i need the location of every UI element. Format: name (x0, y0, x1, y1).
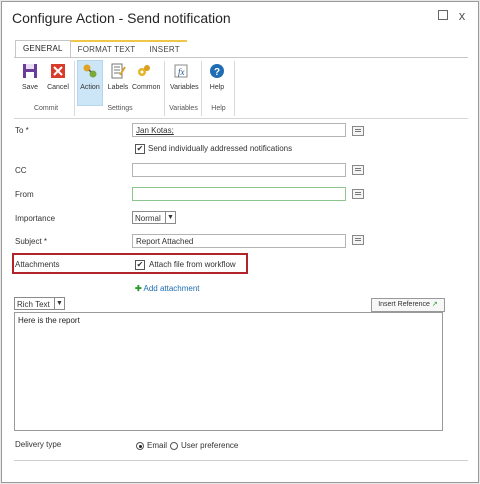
common-icon (138, 65, 150, 76)
send-individually-checkbox[interactable]: ✔ (135, 144, 145, 154)
variables-icon: fx (174, 64, 188, 78)
common-label: Common (132, 84, 161, 91)
chevron-down-icon: ▼ (54, 298, 64, 309)
svg-text:fx: fx (178, 67, 185, 77)
ribbon-separator (164, 61, 165, 116)
cc-label: CC (15, 166, 27, 175)
send-individually-label: Send individually addressed notification… (148, 144, 293, 153)
action-label: Action (80, 84, 100, 91)
variables-button[interactable]: fx Variables (170, 61, 199, 91)
user-preference-radio[interactable] (170, 442, 178, 450)
help-button[interactable]: ? Help (205, 61, 229, 91)
divider (14, 460, 468, 461)
attachments-label: Attachments (15, 260, 60, 269)
email-label: Email (147, 441, 168, 450)
subject-label: Subject * (15, 237, 48, 246)
from-label: From (15, 190, 34, 199)
common-button[interactable]: Common (132, 61, 161, 91)
tab-insert[interactable]: INSERT (142, 40, 187, 58)
plus-icon: ✚ (135, 284, 142, 293)
subject-field[interactable]: Report Attached (132, 234, 346, 248)
email-radio[interactable] (136, 442, 144, 450)
group-help: Help (211, 105, 226, 112)
dialog-title: Configure Action - Send notification (12, 10, 231, 26)
importance-label: Importance (15, 214, 56, 223)
group-settings: Settings (107, 105, 133, 112)
to-label: To * (15, 126, 29, 135)
to-field[interactable]: Jan Kotas; (132, 123, 346, 137)
chevron-down-icon: ▼ (165, 212, 175, 223)
svg-text:?: ? (214, 67, 220, 78)
help-label: Help (209, 84, 225, 91)
importance-select[interactable]: Normal ▼ (132, 211, 176, 224)
cancel-icon (51, 64, 65, 78)
delivery-type-label: Delivery type (15, 440, 62, 449)
group-variables: Variables (169, 105, 198, 112)
ribbon-tabs: GENERAL FORMAT TEXT INSERT (15, 40, 187, 58)
variables-label: Variables (170, 84, 199, 91)
save-label: Save (22, 84, 38, 91)
ribbon-separator (234, 61, 235, 116)
configure-action-dialog: Configure Action - Send notification x G… (1, 1, 479, 483)
lookup-icon[interactable] (352, 235, 364, 245)
user-preference-label: User preference (181, 441, 239, 450)
address-book-icon[interactable] (352, 126, 364, 136)
maximize-icon[interactable] (438, 10, 448, 20)
action-icon (83, 64, 97, 78)
format-select[interactable]: Rich Text ▼ (14, 297, 65, 310)
attach-file-checkbox[interactable]: ✔ (135, 260, 145, 270)
help-icon: ? (210, 64, 224, 78)
insert-arrow-icon: ↗ (431, 301, 438, 308)
close-icon[interactable]: x (456, 9, 468, 22)
address-book-icon[interactable] (352, 189, 364, 199)
labels-label: Labels (107, 84, 129, 91)
labels-icon (111, 63, 126, 79)
group-commit: Commit (33, 105, 59, 112)
action-button[interactable]: Action (77, 60, 103, 106)
tab-general[interactable]: GENERAL (15, 40, 71, 57)
save-icon (23, 64, 37, 78)
cancel-button[interactable]: Cancel (46, 61, 70, 91)
add-attachment-link[interactable]: ✚ Add attachment (135, 284, 200, 293)
insert-reference-button[interactable]: Insert Reference ↗ (371, 298, 445, 312)
ribbon: Save Cancel Action Labels Common fx Vari… (14, 57, 468, 119)
from-field[interactable] (132, 187, 346, 201)
save-button[interactable]: Save (18, 61, 42, 91)
ribbon-separator (74, 61, 75, 116)
address-book-icon[interactable] (352, 165, 364, 175)
cancel-label: Cancel (47, 84, 69, 91)
attach-file-label: Attach file from workflow (149, 260, 236, 269)
ribbon-separator (201, 61, 202, 116)
insert-reference-label: Insert Reference (378, 301, 430, 308)
importance-value: Normal (135, 214, 161, 223)
add-attachment-label: Add attachment (143, 284, 200, 293)
labels-button[interactable]: Labels (106, 61, 130, 91)
tab-format-text[interactable]: FORMAT TEXT (70, 40, 143, 58)
cc-field[interactable] (132, 163, 346, 177)
message-body[interactable]: Here is the report (14, 312, 443, 431)
format-value: Rich Text (17, 300, 50, 309)
